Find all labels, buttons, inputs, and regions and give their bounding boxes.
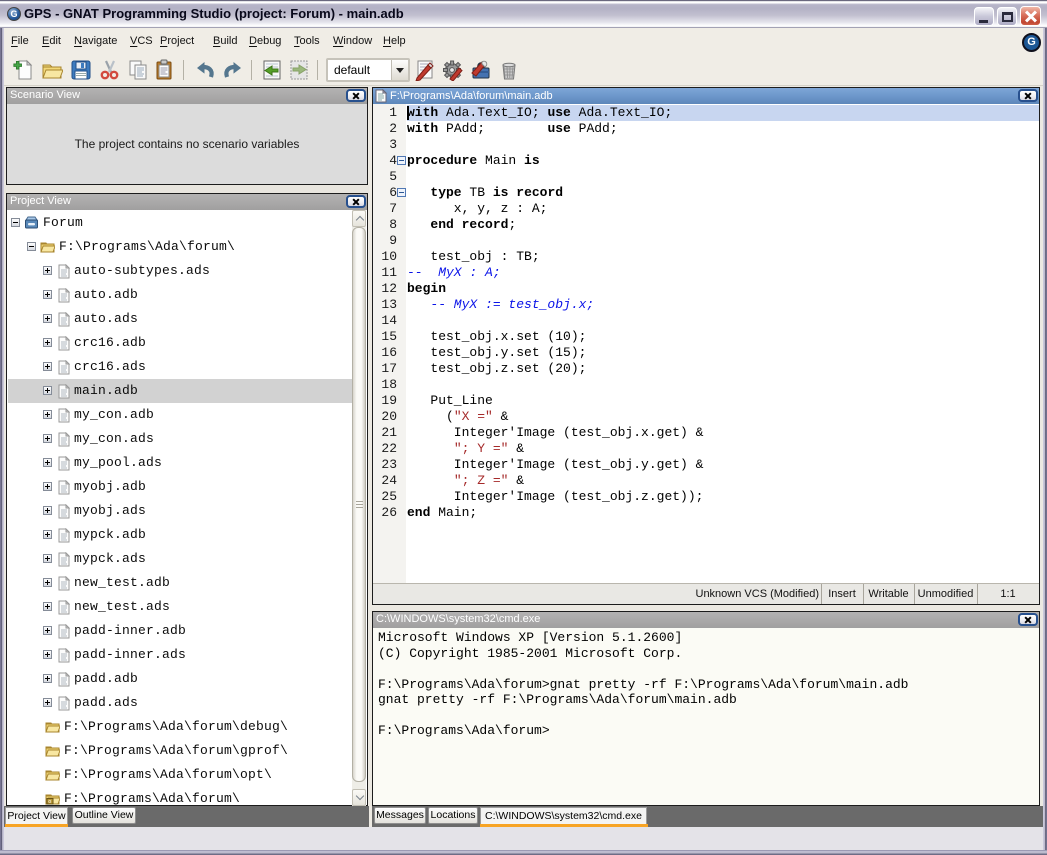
svg-text:o: o	[48, 799, 51, 805]
